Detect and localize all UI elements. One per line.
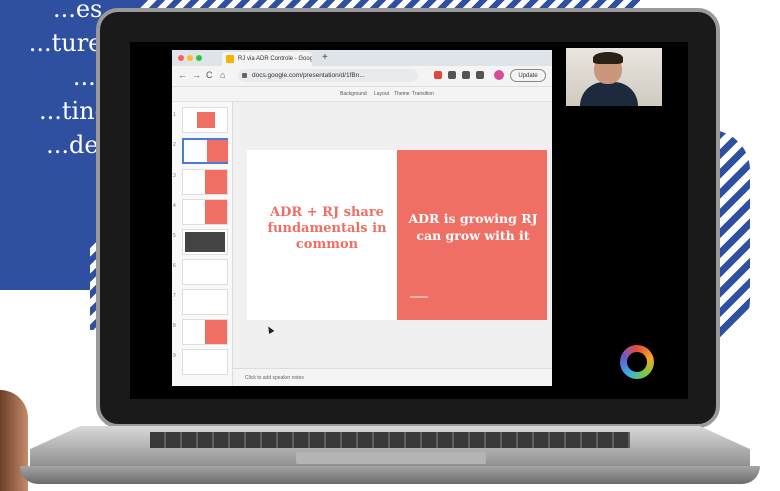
forward-icon[interactable]: →: [192, 70, 201, 80]
bubble-line: ...ture,: [28, 29, 110, 57]
browser-tab[interactable]: RJ via ADR Controle - Google...: [222, 52, 312, 66]
layout-button[interactable]: Layout: [374, 87, 389, 101]
avatar[interactable]: [494, 70, 504, 80]
video-call-tile: [566, 48, 662, 106]
background-button[interactable]: Background: [340, 87, 367, 101]
slide-number: 6: [173, 263, 176, 269]
lock-icon: [242, 73, 247, 78]
slide-number: 5: [173, 233, 176, 239]
slide-thumbnail[interactable]: [182, 259, 228, 285]
laptop-front-edge: [20, 466, 760, 484]
laptop-keyboard: [150, 432, 630, 448]
maximize-window-icon[interactable]: [196, 55, 202, 61]
slide-number: 3: [173, 173, 176, 179]
slide-thumbnail-selected[interactable]: [182, 138, 228, 164]
extension-icon[interactable]: [434, 71, 442, 79]
minimize-window-icon[interactable]: [187, 55, 193, 61]
slide-number: 2: [173, 142, 176, 148]
new-tab-button[interactable]: +: [322, 52, 328, 63]
close-window-icon[interactable]: [178, 55, 184, 61]
bubble-line: ...ting: [38, 97, 110, 125]
back-icon[interactable]: ←: [178, 70, 187, 80]
slide-number: 4: [173, 203, 176, 209]
slide-left-heading: ADR + RJ share fundamentals in common: [267, 205, 387, 252]
bubble-line: ...der: [46, 131, 110, 159]
slide-thumbnail[interactable]: [182, 229, 228, 255]
slide-thumbnail[interactable]: [182, 319, 228, 345]
slide-number: 8: [173, 323, 176, 329]
slide-thumbnail[interactable]: [182, 289, 228, 315]
speaker-hair: [593, 52, 623, 64]
update-button[interactable]: Update: [510, 69, 546, 82]
slide-thumbnail[interactable]: [182, 199, 228, 225]
logo-ring-center: [627, 352, 647, 372]
download-icon[interactable]: [462, 71, 470, 79]
bubble-line: ...es,: [52, 0, 110, 23]
slide-thumbnail[interactable]: [182, 169, 228, 195]
extension-icon[interactable]: [448, 71, 456, 79]
slide-thumbnail[interactable]: [182, 107, 228, 133]
reload-icon[interactable]: C: [206, 70, 213, 80]
slides-toolbar: Background Layout Theme Transition: [172, 87, 552, 102]
slide-filmstrip: 1 2 3 4 5 6 7 8 9: [172, 102, 233, 386]
slide-number: 7: [173, 293, 176, 299]
theme-button[interactable]: Theme: [394, 87, 410, 101]
slide-number: 9: [173, 353, 176, 359]
slide-number: 1: [173, 112, 176, 118]
slide-divider: [410, 296, 428, 298]
transition-button[interactable]: Transition: [412, 87, 434, 101]
bubble-line: ...e: [72, 63, 110, 91]
slide-right-heading: ADR is growing RJ can grow with it: [408, 211, 538, 243]
laptop-trackpad: [296, 452, 486, 464]
slide-thumbnail[interactable]: [182, 349, 228, 375]
home-icon[interactable]: ⌂: [220, 70, 225, 80]
sidebar-icon[interactable]: [476, 71, 484, 79]
url-field[interactable]: docs.google.com/presentation/d/1fBn...: [238, 69, 418, 82]
slides-favicon-icon: [226, 55, 234, 63]
bubble-text: ...es, ...ture, ...e ...ting ...der: [0, 0, 110, 162]
speaker-notes-field[interactable]: Click to add speaker notes: [233, 368, 552, 386]
browser-window: RJ via ADR Controle - Google... + ← → C …: [172, 50, 552, 386]
speaker-body: [580, 82, 638, 106]
